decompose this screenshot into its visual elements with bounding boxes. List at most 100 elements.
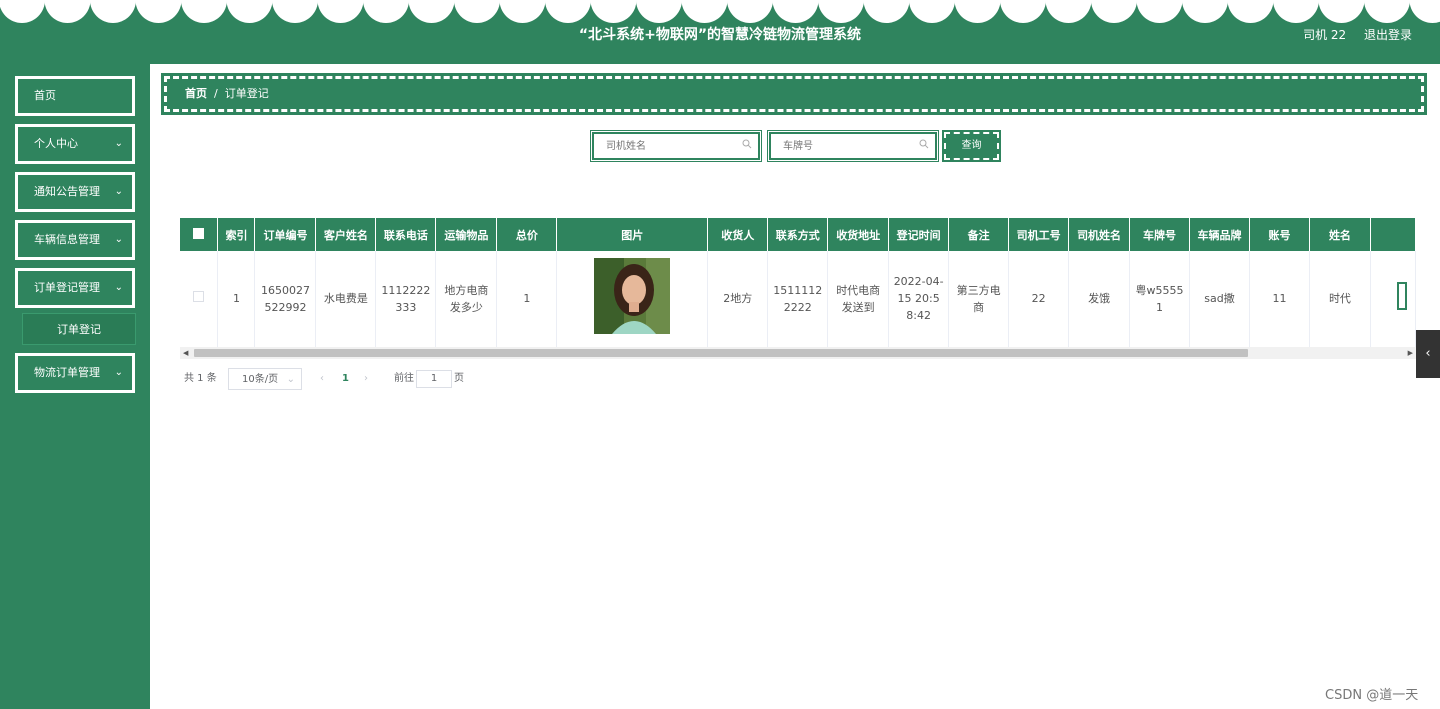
driver-name-search bbox=[590, 130, 762, 162]
action-button[interactable] bbox=[1396, 282, 1407, 311]
cell-driver-id: 22 bbox=[1008, 251, 1070, 348]
scallop-shape bbox=[317, 0, 364, 23]
scallop-shape bbox=[1227, 0, 1274, 23]
scrollbar-thumb[interactable] bbox=[194, 349, 1248, 357]
chevron-down-icon: ⌄ bbox=[114, 234, 123, 245]
scallop-shape bbox=[727, 0, 773, 23]
sidebar-item-personal-center[interactable]: 个人中心 ⌄ bbox=[15, 124, 135, 164]
chevron-left-icon: ‹ bbox=[1425, 346, 1431, 361]
cell-contact: 15111122222 bbox=[767, 251, 829, 348]
column-header: 司机工号 bbox=[1008, 218, 1070, 251]
scallop-shape bbox=[818, 0, 864, 23]
row-select-cell[interactable] bbox=[180, 251, 219, 348]
cell-name: 时代 bbox=[1309, 251, 1371, 348]
table-header-row: 索引 订单编号 客户姓名 联系电话 运输物品 总价 图片 收货人 联系方式 收货… bbox=[180, 218, 1416, 251]
chevron-down-icon: ⌄ bbox=[114, 282, 123, 293]
scroll-right-icon[interactable]: ▶ bbox=[1408, 347, 1413, 359]
goto-label: 前往 bbox=[394, 373, 414, 384]
sidebar-item-home[interactable]: 首页 bbox=[15, 76, 135, 116]
user-area: 司机 22 退出登录 bbox=[1289, 26, 1412, 43]
chevron-down-icon: ⌄ bbox=[286, 374, 295, 385]
column-header: 联系电话 bbox=[375, 218, 437, 251]
row-checkbox[interactable] bbox=[193, 291, 205, 303]
scallop-shape bbox=[590, 0, 637, 23]
column-header: 车辆品牌 bbox=[1189, 218, 1250, 251]
page-suffix: 页 bbox=[454, 373, 464, 384]
scallop-shape bbox=[772, 0, 819, 23]
page-size-select[interactable]: 10条/页 ⌄ bbox=[228, 368, 302, 390]
sidebar-item-notice-management[interactable]: 通知公告管理 ⌄ bbox=[15, 172, 135, 212]
scallop-shape bbox=[1182, 0, 1228, 23]
page-size-value: 10条/页 bbox=[242, 374, 279, 385]
cell-goods: 地方电商发多少 bbox=[435, 251, 498, 348]
scallop-shape bbox=[1000, 0, 1046, 23]
scallop-shape bbox=[1364, 0, 1410, 23]
cell-vehicle-brand: sad撒 bbox=[1189, 251, 1250, 348]
scallop-shape bbox=[1091, 0, 1137, 23]
page-number-current[interactable]: 1 bbox=[342, 368, 349, 390]
select-all-header[interactable] bbox=[180, 218, 219, 251]
cell-receiver: 2地方 bbox=[707, 251, 769, 348]
driver-name-input[interactable] bbox=[606, 135, 746, 158]
breadcrumb-home[interactable]: 首页 bbox=[185, 87, 207, 100]
watermark: CSDN @道一天 bbox=[1325, 688, 1419, 703]
app-title: “北斗系统+物联网”的智慧冷链物流管理系统 bbox=[578, 27, 862, 43]
breadcrumb: 首页 / 订单登记 bbox=[161, 73, 1427, 115]
collapse-panel-button[interactable]: ‹ bbox=[1416, 330, 1440, 378]
scallop-shape bbox=[44, 0, 91, 23]
cell-phone: 1112222333 bbox=[375, 251, 437, 348]
goto-page-input[interactable]: 1 bbox=[416, 370, 452, 388]
cell-remark: 第三方电商 bbox=[948, 251, 1010, 348]
next-page-icon[interactable]: › bbox=[364, 368, 368, 390]
sidebar-item-label: 车辆信息管理 bbox=[34, 233, 100, 246]
sidebar-item-logistics-order-management[interactable]: 物流订单管理 ⌄ bbox=[15, 353, 135, 393]
plate-number-search bbox=[767, 130, 939, 162]
scroll-left-icon[interactable]: ◀ bbox=[183, 347, 188, 359]
column-header: 登记时间 bbox=[888, 218, 950, 251]
column-header: 收货地址 bbox=[827, 218, 890, 251]
scallop-shape bbox=[90, 0, 136, 23]
scallop-shape bbox=[135, 0, 182, 23]
cell-customer-name: 水电费是 bbox=[315, 251, 377, 348]
sidebar-item-vehicle-management[interactable]: 车辆信息管理 ⌄ bbox=[15, 220, 135, 260]
column-header: 索引 bbox=[217, 218, 256, 251]
prev-page-icon[interactable]: ‹ bbox=[320, 368, 324, 390]
chevron-down-icon: ⌄ bbox=[114, 138, 123, 149]
scallop-shape bbox=[1273, 0, 1319, 23]
column-header: 客户姓名 bbox=[315, 218, 377, 251]
column-header: 车牌号 bbox=[1129, 218, 1191, 251]
order-photo[interactable] bbox=[594, 258, 671, 335]
column-header: 收货人 bbox=[707, 218, 769, 251]
horizontal-scrollbar[interactable]: ◀ ▶ bbox=[180, 347, 1416, 359]
scallop-shape bbox=[681, 0, 728, 23]
select-all-checkbox[interactable] bbox=[193, 227, 205, 239]
scallop-shape bbox=[1318, 0, 1365, 23]
scallop-shape bbox=[909, 0, 955, 23]
scallop-shape bbox=[545, 0, 591, 23]
query-button[interactable]: 查询 bbox=[942, 130, 1001, 162]
scallop-shape bbox=[636, 0, 682, 23]
scallop-shape bbox=[181, 0, 227, 23]
cell-register-time: 2022-04-15 20:58:42 bbox=[888, 251, 950, 348]
sidebar-item-label: 通知公告管理 bbox=[34, 185, 100, 198]
orders-table: 索引 订单编号 客户姓名 联系电话 运输物品 总价 图片 收货人 联系方式 收货… bbox=[180, 218, 1416, 348]
scallop-shape bbox=[226, 0, 273, 23]
sidebar-subitem-order-registration[interactable]: 订单登记 bbox=[22, 313, 136, 345]
column-header: 运输物品 bbox=[435, 218, 498, 251]
logout-button[interactable]: 退出登录 bbox=[1364, 28, 1412, 42]
column-header: 订单编号 bbox=[254, 218, 317, 251]
sidebar-item-order-registration-management[interactable]: 订单登记管理 ⌄ bbox=[15, 268, 135, 308]
chevron-down-icon: ⌄ bbox=[114, 186, 123, 197]
column-header: 总价 bbox=[496, 218, 558, 251]
cell-image bbox=[556, 251, 709, 348]
plate-number-input[interactable] bbox=[783, 135, 923, 158]
cell-driver-name: 发饿 bbox=[1068, 251, 1131, 348]
scallop-shape bbox=[454, 0, 500, 23]
sidebar-item-label: 物流订单管理 bbox=[34, 366, 100, 379]
current-user: 司机 22 bbox=[1303, 28, 1347, 42]
search-icon bbox=[919, 139, 929, 149]
column-header: 司机姓名 bbox=[1068, 218, 1131, 251]
search-icon bbox=[742, 139, 752, 149]
sidebar-item-label: 个人中心 bbox=[34, 137, 78, 150]
scallop-shape bbox=[863, 0, 910, 23]
